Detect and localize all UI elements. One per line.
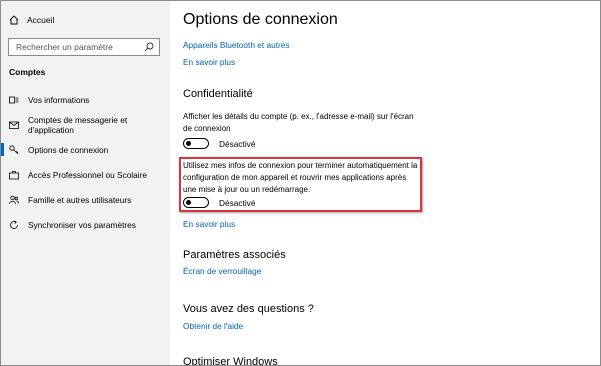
get-help-link[interactable]: Obtenir de l'aide — [183, 321, 243, 331]
sidebar-item-comptes-messagerie[interactable]: Comptes de messagerie et d'application — [1, 112, 169, 137]
people-icon — [9, 195, 19, 204]
sidebar-nav: Vos informations Comptes de messagerie e… — [1, 87, 169, 237]
learn-more-link[interactable]: En savoir plus — [183, 57, 235, 67]
home-label: Accueil — [27, 15, 55, 25]
home-icon — [9, 15, 19, 25]
toggle-state-label: Désactivé — [219, 138, 256, 149]
search-placeholder: Rechercher un paramètre — [16, 42, 113, 52]
sidebar-item-synchroniser[interactable]: Synchroniser vos paramètres — [1, 212, 169, 237]
highlight-box — [179, 157, 422, 212]
home-nav-item[interactable]: Accueil — [9, 15, 54, 25]
sidebar-item-label: Famille et autres utilisateurs — [28, 194, 132, 205]
sidebar-item-label: Comptes de messagerie et d'application — [28, 114, 128, 135]
person-card-icon — [9, 96, 19, 103]
sidebar-item-label: Synchroniser vos paramètres — [28, 219, 136, 230]
page-title: Options de connexion — [183, 11, 338, 28]
privacy-setting-1-text: Afficher les détails du compte (p. ex., … — [183, 112, 414, 133]
lock-screen-link[interactable]: Écran de verrouillage — [183, 266, 261, 276]
sidebar-item-label: Vos informations — [28, 94, 90, 105]
mail-icon — [9, 121, 19, 129]
settings-window: Accueil Rechercher un paramètre Comptes … — [0, 0, 601, 366]
search-icon — [144, 42, 154, 52]
sidebar-item-acces-professionnel[interactable]: Accès Professionnel ou Scolaire — [1, 162, 169, 187]
key-icon — [9, 144, 19, 154]
sync-icon — [10, 219, 18, 229]
optimize-heading: Optimiser Windows — [183, 356, 278, 366]
sidebar-item-label: Accès Professionnel ou Scolaire — [28, 169, 147, 180]
sidebar: Accueil Rechercher un paramètre Comptes … — [1, 1, 169, 365]
sidebar-divider — [169, 1, 170, 365]
bluetooth-link[interactable]: Appareils Bluetooth et autres — [183, 40, 290, 50]
sidebar-item-famille[interactable]: Famille et autres utilisateurs — [1, 187, 169, 212]
privacy-heading: Confidentialité — [183, 88, 253, 100]
briefcase-icon — [9, 170, 19, 179]
privacy-setting-1-row: Désactivé — [183, 138, 255, 149]
questions-heading: Vous avez des questions ? — [183, 303, 314, 315]
sidebar-item-vos-informations[interactable]: Vos informations — [1, 87, 169, 112]
search-input[interactable]: Rechercher un paramètre — [8, 38, 160, 56]
sidebar-item-options-connexion[interactable]: Options de connexion — [1, 137, 169, 162]
section-title: Comptes — [9, 67, 46, 77]
related-settings-heading: Paramètres associés — [183, 249, 286, 261]
sidebar-item-label: Options de connexion — [28, 144, 109, 155]
account-details-toggle[interactable] — [183, 138, 209, 149]
learn-more-link[interactable]: En savoir plus — [183, 219, 235, 229]
toggle-knob — [186, 140, 191, 146]
